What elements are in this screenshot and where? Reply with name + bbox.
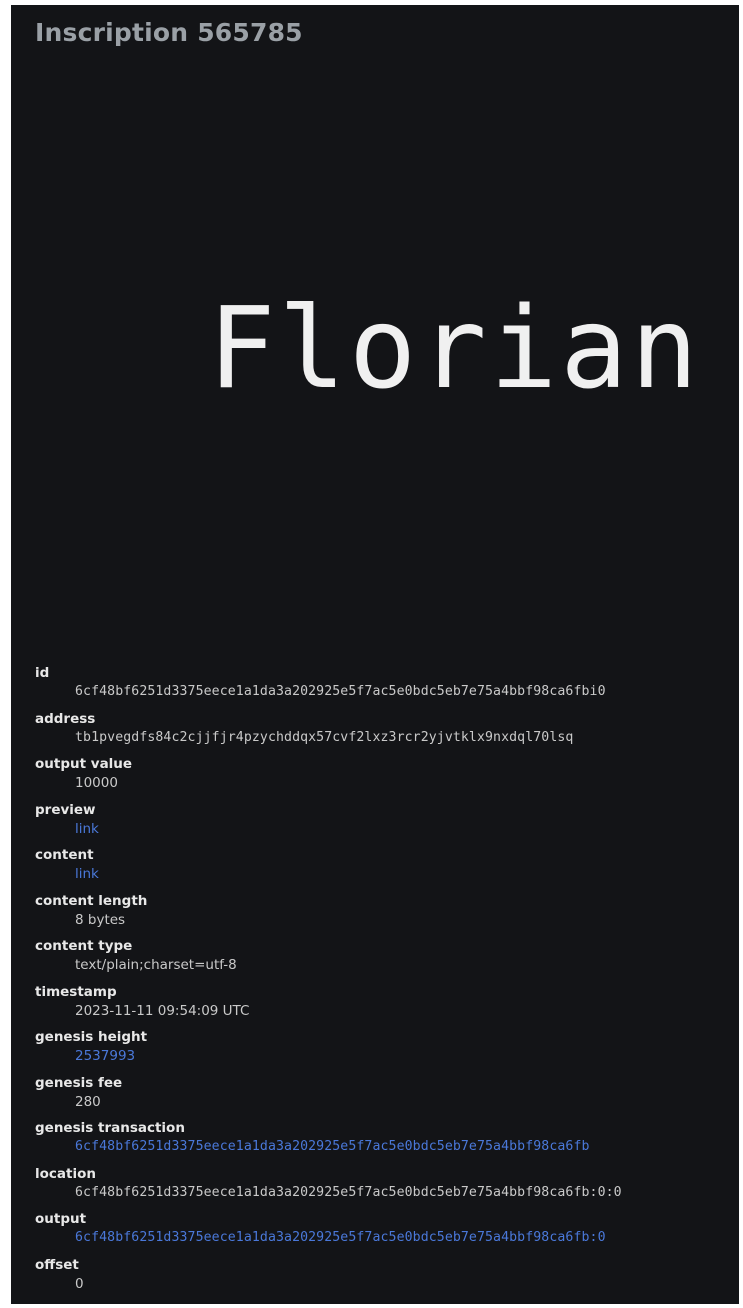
detail-label: output — [35, 1211, 87, 1227]
detail-label: timestamp — [35, 983, 117, 1000]
detail-genesis-transaction: genesis transaction 6cf48bf6251d3375eece… — [35, 1119, 735, 1165]
detail-label: id — [35, 665, 50, 681]
detail-genesis-fee: genesis fee 280 — [35, 1074, 735, 1120]
genesis-height-link[interactable]: 2537993 — [75, 1048, 135, 1064]
detail-label: content — [35, 847, 94, 863]
content-length-value: 8 bytes — [75, 911, 126, 928]
detail-label: genesis height — [35, 1029, 148, 1045]
output-value-value: 10000 — [75, 775, 118, 791]
timestamp-value: 2023-11-11 09:54:09 UTC — [75, 1002, 250, 1019]
detail-content-length: content length 8 bytes — [35, 892, 735, 938]
content-link[interactable]: link — [75, 866, 99, 882]
detail-label: output value — [35, 756, 133, 772]
detail-output-value: output value 10000 — [35, 755, 735, 801]
detail-location: location 6cf48bf6251d3375eece1a1da3a2029… — [35, 1165, 735, 1211]
page-title: Inscription 565785 — [35, 18, 303, 47]
detail-timestamp: timestamp 2023-11-11 09:54:09 UTC — [35, 983, 735, 1029]
detail-preview: preview link — [35, 801, 735, 847]
detail-genesis-height: genesis height 2537993 — [35, 1028, 735, 1074]
address-value: tb1pvegdfs84c2cjjfjr4pzychddqx57cvf2lxz3… — [75, 729, 574, 745]
detail-id: id 6cf48bf6251d3375eece1a1da3a202925e5f7… — [35, 664, 735, 710]
content-type-value: text/plain;charset=utf-8 — [75, 957, 237, 973]
output-link[interactable]: 6cf48bf6251d3375eece1a1da3a202925e5f7ac5… — [75, 1230, 606, 1245]
inscription-details: id 6cf48bf6251d3375eece1a1da3a202925e5f7… — [35, 664, 735, 1301]
inscription-preview: Florian — [11, 65, 739, 655]
offset-value: 0 — [75, 1275, 84, 1292]
id-value: 6cf48bf6251d3375eece1a1da3a202925e5f7ac5… — [75, 684, 606, 699]
detail-label: genesis fee — [35, 1074, 123, 1091]
detail-content-type: content type text/plain;charset=utf-8 — [35, 937, 735, 983]
detail-content: content link — [35, 846, 735, 892]
genesis-fee-value: 280 — [75, 1093, 101, 1110]
genesis-transaction-link[interactable]: 6cf48bf6251d3375eece1a1da3a202925e5f7ac5… — [75, 1139, 590, 1154]
detail-label: address — [35, 710, 96, 727]
detail-address: address tb1pvegdfs84c2cjjfjr4pzychddqx57… — [35, 710, 735, 756]
preview-link[interactable]: link — [75, 821, 99, 837]
detail-label: preview — [35, 801, 96, 818]
detail-offset: offset 0 — [35, 1256, 735, 1302]
detail-label: location — [35, 1165, 96, 1182]
location-value: 6cf48bf6251d3375eece1a1da3a202925e5f7ac5… — [75, 1184, 622, 1200]
detail-output: output 6cf48bf6251d3375eece1a1da3a202925… — [35, 1210, 735, 1256]
detail-label: genesis transaction — [35, 1120, 185, 1136]
detail-label: content length — [35, 892, 148, 909]
inscription-page: Inscription 565785 Florian id 6cf48bf625… — [11, 5, 739, 1304]
detail-label: offset — [35, 1256, 79, 1273]
detail-label: content type — [35, 938, 133, 954]
preview-content-text: Florian — [207, 284, 701, 414]
